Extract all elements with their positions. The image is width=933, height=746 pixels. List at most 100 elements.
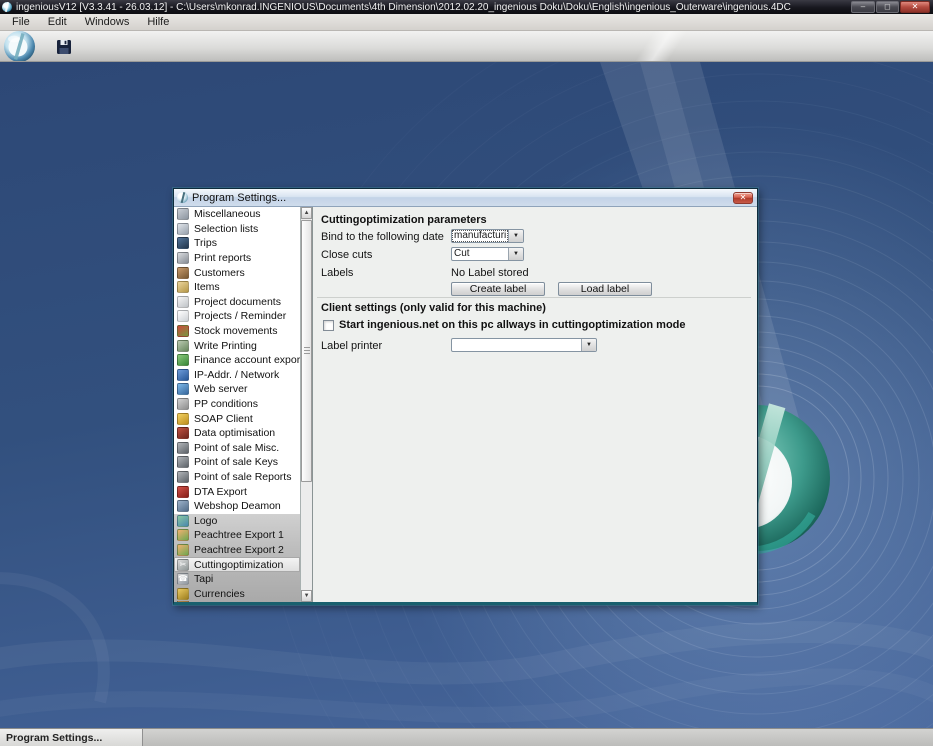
toolbar	[0, 31, 933, 62]
desktop-background: Program Settings... ✕ Miscellaneous Selec…	[0, 62, 933, 728]
ip-addr-network-icon	[177, 368, 189, 381]
settings-category-list: Miscellaneous Selection lists Trips Print r…	[174, 207, 301, 602]
sidebar-item-label: Stock movements	[194, 325, 278, 338]
point-of-sale-keys-icon	[177, 456, 189, 469]
maximize-button[interactable]: ◻	[876, 1, 899, 13]
sidebar-item-partial-item[interactable]	[174, 601, 300, 602]
write-printing-icon	[177, 339, 189, 352]
cuttingoptimization-icon: ✂	[177, 558, 189, 571]
close-button[interactable]: ✕	[900, 1, 930, 13]
peachtree-export-2-icon	[177, 543, 189, 556]
miscellaneous-icon	[177, 208, 189, 221]
sidebar-item-pp-conditions[interactable]: PP conditions	[174, 397, 300, 412]
dialog-close-button[interactable]: ✕	[733, 192, 753, 204]
program-settings-dialog: Program Settings... ✕ Miscellaneous Selec…	[173, 188, 758, 605]
sidebar-item-webshop-deamon[interactable]: Webshop Deamon	[174, 499, 300, 514]
sidebar-item-label: Customers	[194, 266, 245, 279]
sidebar-item-label: Tapi	[194, 573, 214, 586]
data-optimisation-icon	[177, 427, 189, 440]
settings-main-panel: Cuttingoptimization parameters Bind to t…	[313, 207, 757, 602]
sidebar-scrollbar[interactable]: ▲ ▼	[300, 207, 313, 602]
items-icon	[177, 281, 189, 294]
partial-item-icon	[177, 601, 189, 602]
sidebar-item-trips[interactable]: Trips	[174, 236, 300, 251]
trips-icon	[177, 237, 189, 250]
sidebar-item-items[interactable]: Items	[174, 280, 300, 295]
sidebar-item-label: Peachtree Export 1	[194, 529, 284, 542]
print-reports-icon	[177, 252, 189, 265]
sidebar-item-selection-lists[interactable]: Selection lists	[174, 222, 300, 237]
scroll-down-button[interactable]: ▼	[301, 590, 313, 602]
sidebar-item-ip-addr-network[interactable]: IP-Addr. / Network	[174, 368, 300, 383]
sidebar-item-label: Project documents	[194, 295, 281, 308]
dropdown-arrow-icon[interactable]: ▼	[508, 248, 523, 260]
currencies-icon	[177, 587, 189, 600]
sidebar-item-label: SOAP Client	[194, 412, 253, 425]
sidebar-item-data-optimisation[interactable]: Data optimisation	[174, 426, 300, 441]
cuttingoptimization-mode-checkbox[interactable]	[323, 320, 334, 331]
sidebar-item-label: Print reports	[194, 252, 252, 265]
sidebar-item-label: Logo	[194, 514, 218, 527]
sidebar-item-point-of-sale-misc[interactable]: Point of sale Misc.	[174, 441, 300, 456]
sidebar-item-logo[interactable]: Logo	[174, 513, 300, 528]
sidebar-item-cuttingoptimization[interactable]: ✂ Cuttingoptimization	[174, 557, 301, 572]
create-label-button[interactable]: Create label	[451, 282, 545, 296]
cuttingoptimization-mode-label: Start ingenious.net on this pc allways i…	[339, 319, 686, 331]
customers-icon	[177, 266, 189, 279]
section-divider	[317, 297, 751, 298]
sidebar-item-stock-movements[interactable]: Stock movements	[174, 324, 300, 339]
scroll-up-button[interactable]: ▲	[301, 207, 313, 219]
sidebar-item-finance-account-export[interactable]: Finance account export	[174, 353, 300, 368]
dropdown-arrow-icon[interactable]: ▼	[581, 339, 596, 351]
save-button[interactable]	[55, 38, 73, 56]
projects-reminder-icon	[177, 310, 189, 323]
menu-windows[interactable]: Windows	[76, 15, 139, 30]
sidebar-item-label: PP conditions	[194, 398, 259, 411]
pp-conditions-icon	[177, 398, 189, 411]
sidebar-item-label: Finance account export	[194, 354, 301, 367]
sidebar-item-label: Point of sale Keys	[194, 456, 279, 469]
sidebar-item-dta-export[interactable]: DTA Export	[174, 484, 300, 499]
menu-hilfe[interactable]: Hilfe	[138, 15, 178, 30]
sidebar-item-label: Peachtree Export 2	[194, 543, 284, 556]
taskbar-tab-program-settings[interactable]: Program Settings...	[0, 729, 143, 746]
labels-label: Labels	[321, 267, 354, 279]
sidebar-item-customers[interactable]: Customers	[174, 265, 300, 280]
sidebar-item-label: Trips	[194, 237, 217, 250]
sidebar-item-projects-reminder[interactable]: Projects / Reminder	[174, 309, 300, 324]
load-label-button[interactable]: Load label	[558, 282, 652, 296]
sidebar-item-miscellaneous[interactable]: Miscellaneous	[174, 207, 300, 222]
sidebar-item-web-server[interactable]: Web server	[174, 382, 300, 397]
minimize-button[interactable]: –	[851, 1, 875, 13]
sidebar-item-peachtree-export-2[interactable]: Peachtree Export 2	[174, 543, 300, 558]
menu-edit[interactable]: Edit	[39, 15, 76, 30]
sidebar-item-soap-client[interactable]: SOAP Client	[174, 411, 300, 426]
sidebar-item-currencies[interactable]: Currencies	[174, 586, 300, 601]
dropdown-arrow-icon[interactable]: ▼	[508, 230, 523, 242]
sidebar-item-write-printing[interactable]: Write Printing	[174, 338, 300, 353]
project-documents-icon	[177, 295, 189, 308]
sidebar-item-label: Point of sale Misc.	[194, 441, 280, 454]
label-printer-dropdown[interactable]: ▼	[451, 338, 597, 352]
sidebar-item-tapi[interactable]: ☎ Tapi	[174, 572, 300, 587]
menu-file[interactable]: File	[3, 15, 39, 30]
sidebar-item-project-documents[interactable]: Project documents	[174, 295, 300, 310]
scrollbar-grip	[304, 347, 311, 354]
sidebar-item-point-of-sale-keys[interactable]: Point of sale Keys	[174, 455, 300, 470]
sidebar-item-print-reports[interactable]: Print reports	[174, 251, 300, 266]
scrollbar-thumb[interactable]	[301, 220, 313, 482]
webshop-deamon-icon	[177, 500, 189, 513]
sidebar-item-label: Web server	[194, 383, 248, 396]
sidebar-item-label: Currencies	[194, 587, 245, 600]
taskbar: Program Settings...	[0, 728, 933, 746]
close-cuts-dropdown[interactable]: Cut ▼	[451, 247, 524, 261]
sidebar-item-peachtree-export-1[interactable]: Peachtree Export 1	[174, 528, 300, 543]
sidebar-item-label: IP-Addr. / Network	[194, 368, 280, 381]
point-of-sale-reports-icon	[177, 470, 189, 483]
bind-date-dropdown[interactable]: manufacturi... ▼	[451, 229, 524, 243]
window-titlebar: ingeniousV12 [V3.3.41 - 26.03.12] - C:\U…	[0, 0, 933, 14]
close-cuts-label: Close cuts	[321, 249, 373, 261]
sidebar-item-label: Items	[194, 281, 220, 294]
dialog-titlebar[interactable]: Program Settings... ✕	[174, 189, 757, 207]
sidebar-item-point-of-sale-reports[interactable]: Point of sale Reports	[174, 470, 300, 485]
